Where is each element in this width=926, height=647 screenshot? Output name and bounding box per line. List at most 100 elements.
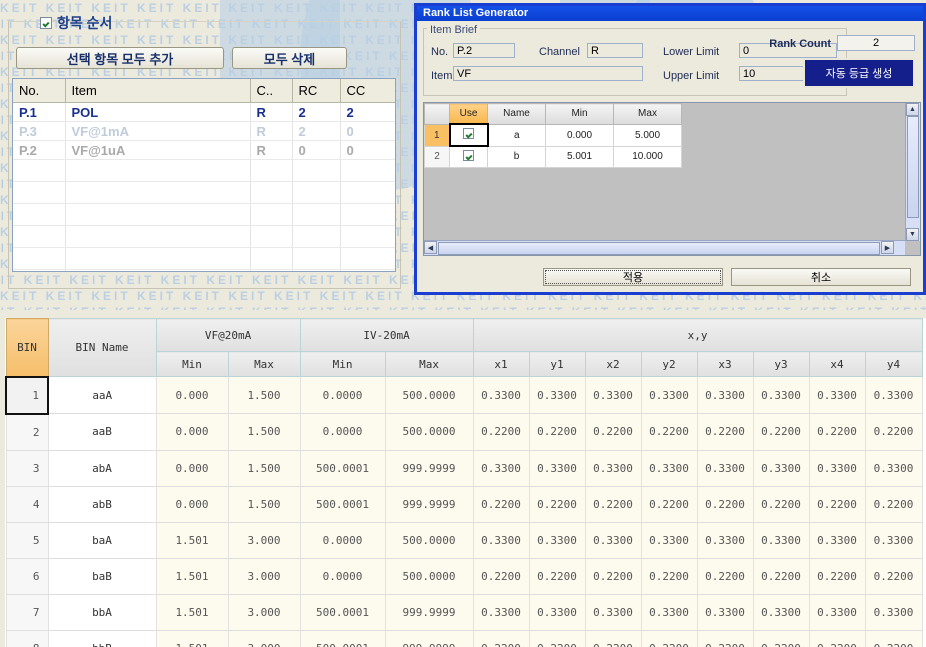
xy-cell[interactable]: 0.2200 bbox=[528, 485, 586, 523]
xy-cell[interactable]: 0.3300 bbox=[584, 449, 642, 487]
xy-cell[interactable]: 0.3300 bbox=[472, 449, 530, 487]
bin-number-cell[interactable]: 6 bbox=[5, 557, 49, 595]
item-grid-empty-row[interactable]: ..... bbox=[13, 203, 395, 226]
rank-grid-col-header[interactable]: Min bbox=[545, 103, 614, 125]
xy-cell[interactable]: 0.2200 bbox=[640, 413, 698, 451]
xy-cell[interactable]: 0.3300 bbox=[752, 593, 810, 631]
scroll-right-icon[interactable]: ▶ bbox=[881, 241, 894, 254]
rank-grid-vertical-scrollbar[interactable]: ▲ ▼ bbox=[905, 103, 920, 241]
rank-grid-row[interactable]: 1 a 0.000 5.000 bbox=[424, 123, 682, 147]
bin-number-cell[interactable]: 1 bbox=[5, 375, 49, 415]
vf-max-cell[interactable]: 1.500 bbox=[227, 413, 301, 451]
xy-cell[interactable]: 0.2200 bbox=[640, 557, 698, 595]
xy-cell[interactable]: 0.3300 bbox=[864, 593, 923, 631]
vf-min-cell[interactable]: 1.501 bbox=[155, 557, 229, 595]
channel-field[interactable]: R bbox=[587, 43, 643, 58]
bin-name-cell[interactable]: bbB bbox=[47, 629, 157, 647]
xy-cell[interactable]: 0.3300 bbox=[472, 593, 530, 631]
rank-grid-col-header[interactable]: Max bbox=[613, 103, 682, 125]
iv-max-cell[interactable]: 999.9999 bbox=[384, 449, 474, 487]
xy-cell[interactable]: 0.3300 bbox=[528, 376, 586, 414]
xy-cell[interactable]: 0.3300 bbox=[472, 376, 530, 414]
xy-cell[interactable]: 0.2200 bbox=[752, 485, 810, 523]
item-grid-col-header[interactable]: C.. bbox=[250, 79, 293, 103]
bin-number-cell[interactable]: 3 bbox=[5, 449, 49, 487]
xy-cell[interactable]: 0.2200 bbox=[528, 629, 586, 647]
bin-sub-header[interactable]: x2 bbox=[584, 351, 642, 377]
item-grid-row[interactable]: P.2 VF@1uA R 0 0 bbox=[13, 140, 395, 160]
bin-name-cell[interactable]: bbA bbox=[47, 593, 157, 631]
rank-max-cell[interactable]: 10.000 bbox=[613, 145, 682, 168]
xy-cell[interactable]: 0.3300 bbox=[640, 593, 698, 631]
xy-cell[interactable]: 0.2200 bbox=[864, 629, 923, 647]
vf-max-cell[interactable]: 3.000 bbox=[227, 521, 301, 559]
bin-name-cell[interactable]: baB bbox=[47, 557, 157, 595]
no-field[interactable]: P.2 bbox=[453, 43, 515, 58]
xy-cell[interactable]: 0.2200 bbox=[584, 629, 642, 647]
iv-max-cell[interactable]: 500.0000 bbox=[384, 376, 474, 414]
hscroll-thumb[interactable] bbox=[438, 242, 880, 255]
bin-number-cell[interactable]: 2 bbox=[5, 413, 49, 451]
rank-grid-horizontal-scrollbar[interactable]: ◀ ▶ bbox=[424, 240, 905, 255]
bin-group-header[interactable]: VF@20mA bbox=[155, 318, 301, 352]
rank-grid[interactable]: Use Name Min Max 1 a 0.000 5.000 2 b 5.001 10.000 bbox=[424, 103, 905, 241]
delete-all-button[interactable]: 모두 삭제 bbox=[232, 47, 347, 69]
rank-row-number[interactable]: 2 bbox=[424, 145, 450, 168]
item-grid-col-header[interactable]: CC bbox=[340, 79, 395, 103]
item-field[interactable]: VF bbox=[453, 66, 643, 81]
bin-sub-header[interactable]: x4 bbox=[808, 351, 866, 377]
rank-min-cell[interactable]: 5.001 bbox=[545, 145, 614, 168]
bin-number-cell[interactable]: 5 bbox=[5, 521, 49, 559]
xy-cell[interactable]: 0.2200 bbox=[864, 557, 923, 595]
bin-name-cell[interactable]: aaB bbox=[47, 413, 157, 451]
vf-min-cell[interactable]: 1.501 bbox=[155, 593, 229, 631]
iv-max-cell[interactable]: 999.9999 bbox=[384, 629, 474, 647]
iv-min-cell[interactable]: 500.0001 bbox=[299, 629, 386, 647]
xy-cell[interactable]: 0.3300 bbox=[864, 521, 923, 559]
scroll-up-icon[interactable]: ▲ bbox=[906, 103, 919, 116]
bin-number-cell[interactable]: 4 bbox=[5, 485, 49, 523]
bin-sub-header[interactable]: y4 bbox=[864, 351, 923, 377]
xy-cell[interactable]: 0.3300 bbox=[528, 593, 586, 631]
xy-cell[interactable]: 0.2200 bbox=[640, 629, 698, 647]
bin-sub-header[interactable]: Min bbox=[299, 351, 386, 377]
bin-number-cell[interactable]: 7 bbox=[5, 593, 49, 631]
item-grid-empty-row[interactable]: ..... bbox=[13, 269, 395, 271]
rank-grid-col-header[interactable]: Use bbox=[449, 103, 488, 125]
bin-group-header[interactable]: BIN Name bbox=[47, 318, 157, 377]
xy-cell[interactable]: 0.2200 bbox=[752, 413, 810, 451]
vf-max-cell[interactable]: 1.500 bbox=[227, 449, 301, 487]
rank-name-cell[interactable]: b bbox=[487, 145, 546, 168]
xy-cell[interactable]: 0.3300 bbox=[808, 449, 866, 487]
item-grid-body[interactable]: P.1POLR22P.3VF@1mAR20P.2VF@1uAR00.......… bbox=[13, 102, 395, 271]
bin-sub-header[interactable]: x3 bbox=[696, 351, 754, 377]
vf-max-cell[interactable]: 3.000 bbox=[227, 593, 301, 631]
bin-table-row[interactable]: 8bbB1.5013.000500.0001999.99990.22000.22… bbox=[5, 629, 923, 647]
rank-max-cell[interactable]: 5.000 bbox=[613, 123, 682, 147]
xy-cell[interactable]: 0.3300 bbox=[584, 521, 642, 559]
xy-cell[interactable]: 0.3300 bbox=[640, 376, 698, 414]
rank-use-cell[interactable] bbox=[449, 145, 488, 168]
rank-grid-corner[interactable] bbox=[424, 103, 450, 125]
rank-grid-row[interactable]: 2 b 5.001 10.000 bbox=[424, 145, 682, 168]
dialog-title-bar[interactable]: Rank List Generator bbox=[417, 6, 923, 21]
xy-cell[interactable]: 0.3300 bbox=[752, 449, 810, 487]
iv-min-cell[interactable]: 0.0000 bbox=[299, 413, 386, 451]
xy-cell[interactable]: 0.3300 bbox=[864, 449, 923, 487]
iv-min-cell[interactable]: 500.0001 bbox=[299, 449, 386, 487]
vscroll-thumb[interactable] bbox=[907, 116, 919, 218]
bin-name-cell[interactable]: baA bbox=[47, 521, 157, 559]
xy-cell[interactable]: 0.3300 bbox=[696, 376, 754, 414]
bin-group-header[interactable]: BIN bbox=[5, 318, 49, 377]
xy-cell[interactable]: 0.3300 bbox=[808, 521, 866, 559]
bin-table-row[interactable]: 6 baB 1.501 3.000 0.0000 500.0000 0.2200 0.2200… bbox=[5, 557, 923, 595]
vf-min-cell[interactable]: 0.000 bbox=[155, 449, 229, 487]
bin-name-cell[interactable]: abA bbox=[47, 449, 157, 487]
bin-sub-header[interactable]: x1 bbox=[472, 351, 530, 377]
xy-cell[interactable]: 0.2200 bbox=[696, 557, 754, 595]
rank-min-cell[interactable]: 0.000 bbox=[545, 123, 614, 147]
xy-cell[interactable]: 0.3300 bbox=[472, 521, 530, 559]
vf-max-cell[interactable]: 3.000 bbox=[227, 557, 301, 595]
item-grid-col-header[interactable]: No. bbox=[13, 79, 66, 103]
rank-count-field[interactable]: 2 bbox=[837, 35, 915, 51]
